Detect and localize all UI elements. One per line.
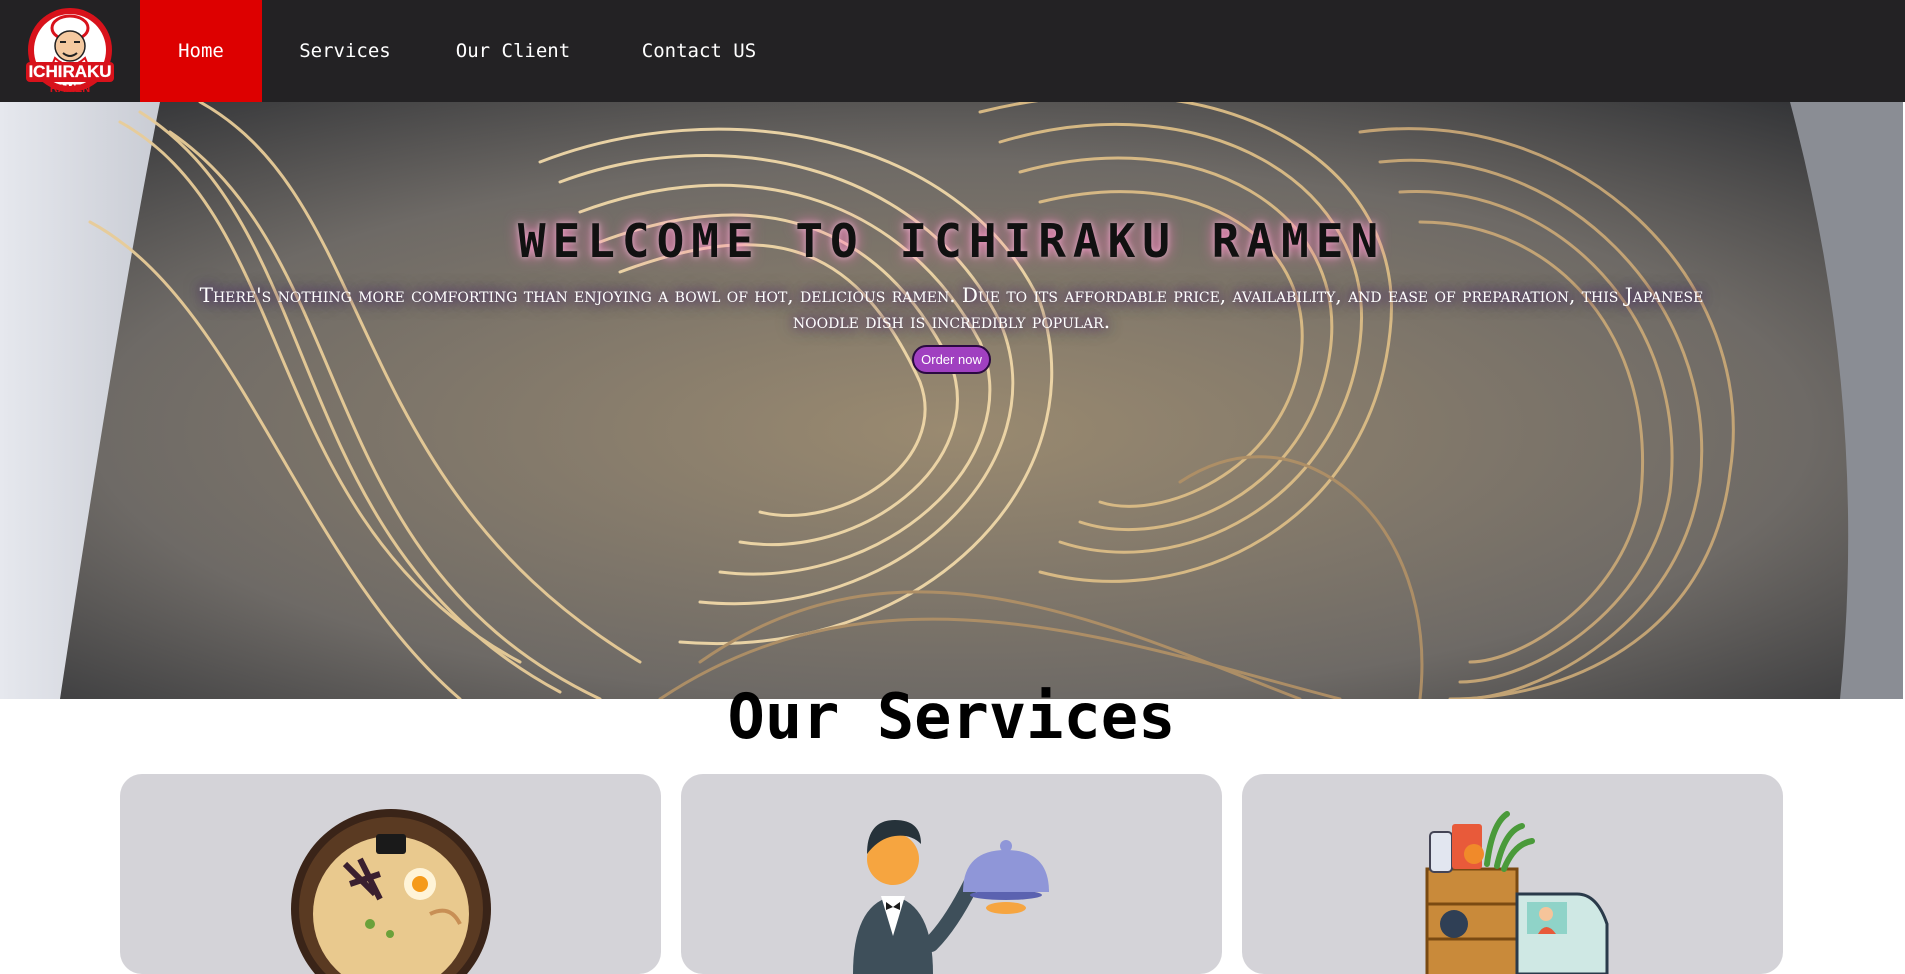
waiter-icon xyxy=(853,820,1049,974)
top-navbar: ICHIRAKU RAMEN Home Services Our Client … xyxy=(0,0,1905,102)
hero-title: WELCOME TO ICHIRAKU RAMEN xyxy=(517,214,1386,268)
ichiraku-logo-icon: ICHIRAKU RAMEN xyxy=(26,8,114,95)
service-card-ramen[interactable] xyxy=(120,774,661,974)
logo-text-line1: ICHIRAKU xyxy=(28,62,111,81)
order-now-button[interactable]: Order now xyxy=(912,345,991,374)
hero-banner: WELCOME TO ICHIRAKU RAMEN There's nothin… xyxy=(0,102,1903,699)
delivery-truck-icon xyxy=(1425,811,1609,974)
nav-services[interactable]: Services xyxy=(262,0,428,102)
hero-subtitle: There's nothing more comforting than enj… xyxy=(199,283,1704,333)
ichiraku-logo[interactable]: ICHIRAKU RAMEN xyxy=(0,0,140,102)
hero-content: WELCOME TO ICHIRAKU RAMEN There's nothin… xyxy=(0,102,1903,699)
nav-our-client[interactable]: Our Client xyxy=(428,0,598,102)
nav-home[interactable]: Home xyxy=(140,0,262,102)
services-title: Our Services xyxy=(727,680,1176,753)
ramen-bowl-icon xyxy=(291,809,491,974)
logo-text-line2: RAMEN xyxy=(50,83,90,95)
nav-contact-us[interactable]: Contact US xyxy=(598,0,800,102)
service-card-delivery[interactable] xyxy=(1242,774,1783,974)
service-card-waiter[interactable] xyxy=(681,774,1222,974)
